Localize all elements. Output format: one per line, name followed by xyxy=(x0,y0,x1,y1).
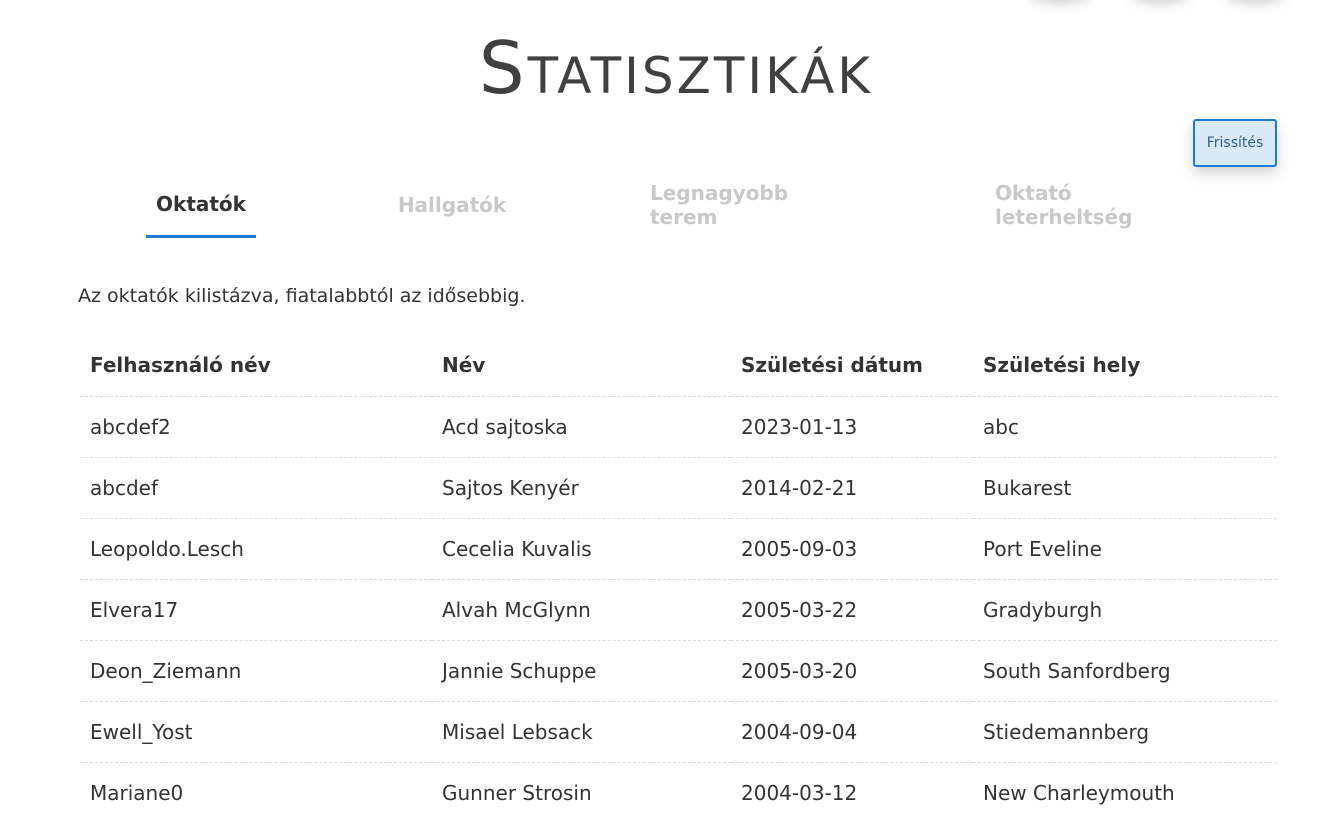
cell-name: Misael Lebsack xyxy=(432,701,731,763)
cell-username: Deon_Ziemann xyxy=(80,640,432,702)
table-row: Elvera17 Alvah McGlynn 2005-03-22 Gradyb… xyxy=(80,579,1277,641)
column-header-birth-place: Születési hely xyxy=(973,334,1277,397)
cell-birth-date: 2014-02-21 xyxy=(731,457,973,519)
cell-birth-date: 2005-03-20 xyxy=(731,640,973,702)
cell-username: abcdef2 xyxy=(80,396,432,458)
tab-hallgatok[interactable]: Hallgatók xyxy=(392,172,512,238)
cell-username: abcdef xyxy=(80,457,432,519)
page: Statisztikák Frissítés Oktatók Hallgatók… xyxy=(0,0,1318,814)
table-row: Deon_Ziemann Jannie Schuppe 2005-03-20 S… xyxy=(80,640,1277,702)
instructors-table: Felhasználó név Név Születési dátum Szül… xyxy=(80,334,1277,814)
cell-birth-place: South Sanfordberg xyxy=(973,640,1277,702)
cell-birth-place: Gradyburgh xyxy=(973,579,1277,641)
table-row: abcdef2 Acd sajtoska 2023-01-13 abc xyxy=(80,396,1277,458)
cell-username: Ewell_Yost xyxy=(80,701,432,763)
cell-name: Sajtos Kenyér xyxy=(432,457,731,519)
column-header-name: Név xyxy=(432,334,731,397)
cell-name: Cecelia Kuvalis xyxy=(432,518,731,580)
cell-birth-place: Port Eveline xyxy=(973,518,1277,580)
cell-birth-place: abc xyxy=(973,396,1277,458)
cell-name: Acd sajtoska xyxy=(432,396,731,458)
tab-legnagyobb-terem[interactable]: Legnagyobb terem xyxy=(650,172,852,238)
cell-birth-place: Stiedemannberg xyxy=(973,701,1277,763)
cell-name: Jannie Schuppe xyxy=(432,640,731,702)
cell-birth-date: 2005-09-03 xyxy=(731,518,973,580)
cell-birth-date: 2023-01-13 xyxy=(731,396,973,458)
cell-birth-place: Bukarest xyxy=(973,457,1277,519)
cell-birth-place: New Charleymouth xyxy=(973,762,1277,814)
cell-username: Mariane0 xyxy=(80,762,432,814)
table-row: Mariane0 Gunner Strosin 2004-03-12 New C… xyxy=(80,762,1277,814)
cell-name: Gunner Strosin xyxy=(432,762,731,814)
table-row: abcdef Sajtos Kenyér 2014-02-21 Bukarest xyxy=(80,457,1277,519)
cell-birth-date: 2005-03-22 xyxy=(731,579,973,641)
tab-oktato-leterheltseg[interactable]: Oktató leterheltség xyxy=(995,172,1207,238)
tab-oktatok[interactable]: Oktatók xyxy=(146,172,256,238)
cell-username: Elvera17 xyxy=(80,579,432,641)
column-header-username: Felhasználó név xyxy=(80,334,432,397)
section-description: Az oktatók kilistázva, fiatalabbtól az i… xyxy=(78,285,526,307)
page-title: Statisztikák xyxy=(478,26,874,110)
column-header-birth-date: Születési dátum xyxy=(731,334,973,397)
table-row: Ewell_Yost Misael Lebsack 2004-09-04 Sti… xyxy=(80,701,1277,763)
table-row: Leopoldo.Lesch Cecelia Kuvalis 2005-09-0… xyxy=(80,518,1277,580)
table-header-row: Felhasználó név Név Születési dátum Szül… xyxy=(80,334,1277,397)
cell-birth-date: 2004-09-04 xyxy=(731,701,973,763)
tab-bar: Oktatók Hallgatók Legnagyobb terem Oktat… xyxy=(0,172,1318,238)
refresh-button[interactable]: Frissítés xyxy=(1193,119,1277,167)
cell-name: Alvah McGlynn xyxy=(432,579,731,641)
cell-username: Leopoldo.Lesch xyxy=(80,518,432,580)
cell-birth-date: 2004-03-12 xyxy=(731,762,973,814)
